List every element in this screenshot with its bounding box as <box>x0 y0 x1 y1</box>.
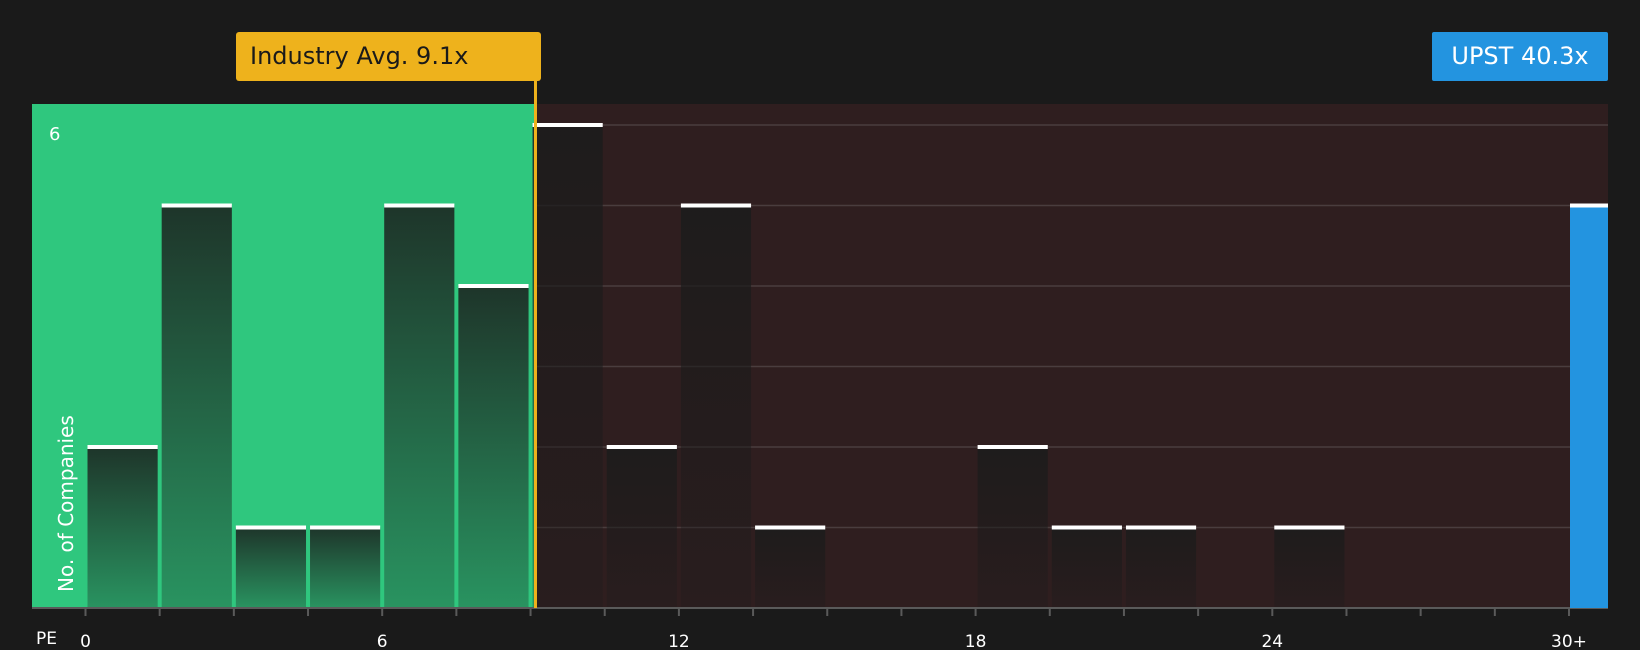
company-bar <box>1570 205 1608 608</box>
x-axis-tick-label: 18 <box>965 632 987 650</box>
histogram-bar <box>606 447 677 608</box>
histogram-bar-cap <box>1274 525 1345 530</box>
histogram-bar-cap <box>458 284 529 288</box>
histogram-bar-cap <box>606 445 677 449</box>
histogram-bar <box>680 205 752 608</box>
histogram-bar <box>1125 527 1197 608</box>
company-pe-label: UPST 40.3x <box>1432 32 1608 81</box>
x-axis-tick-label: 24 <box>1261 632 1283 650</box>
industry-average-label: Industry Avg. 9.1x <box>236 32 541 81</box>
histogram-bar-cap <box>680 203 752 208</box>
histogram-bar-cap <box>310 525 381 530</box>
histogram-bar-cap <box>532 123 603 127</box>
histogram-bar-cap <box>87 445 158 449</box>
histogram-bar <box>384 205 455 608</box>
x-axis-tick-labels: 0 6 12 18 24 30+ <box>80 632 1587 650</box>
x-axis-tick-label: 30+ <box>1551 632 1587 650</box>
x-axis-tick-label: 0 <box>80 632 91 650</box>
histogram-bar <box>458 286 529 608</box>
y-tick-label-max: 6 <box>49 124 61 145</box>
histogram-bar <box>235 527 307 608</box>
histogram-bar-cap <box>755 525 826 530</box>
histogram-bar-cap <box>1125 525 1197 530</box>
pe-histogram-chart: 0 6 12 18 24 30+ <box>32 78 1608 650</box>
company-bar-cap <box>1570 203 1608 208</box>
histogram-bar <box>755 527 826 608</box>
histogram-bar <box>1274 527 1345 608</box>
histogram-bar <box>161 205 232 608</box>
histogram-bar-cap <box>977 445 1048 449</box>
histogram-bar-cap <box>1051 525 1122 530</box>
x-axis-tick-label: 12 <box>668 632 690 650</box>
histogram-bar <box>310 527 381 608</box>
x-axis-title: PE <box>36 629 57 649</box>
histogram-bar <box>977 447 1048 608</box>
x-axis-tick-label: 6 <box>377 632 388 650</box>
histogram-bar <box>1051 527 1122 608</box>
histogram-bar-cap <box>161 203 232 208</box>
histogram-bar-cap <box>235 525 307 530</box>
histogram-bar <box>532 125 603 608</box>
x-axis-ticks <box>84 608 1570 616</box>
y-axis-title: No. of Companies <box>54 415 78 592</box>
histogram-bar <box>87 447 158 608</box>
histogram-bar-cap <box>384 203 455 208</box>
